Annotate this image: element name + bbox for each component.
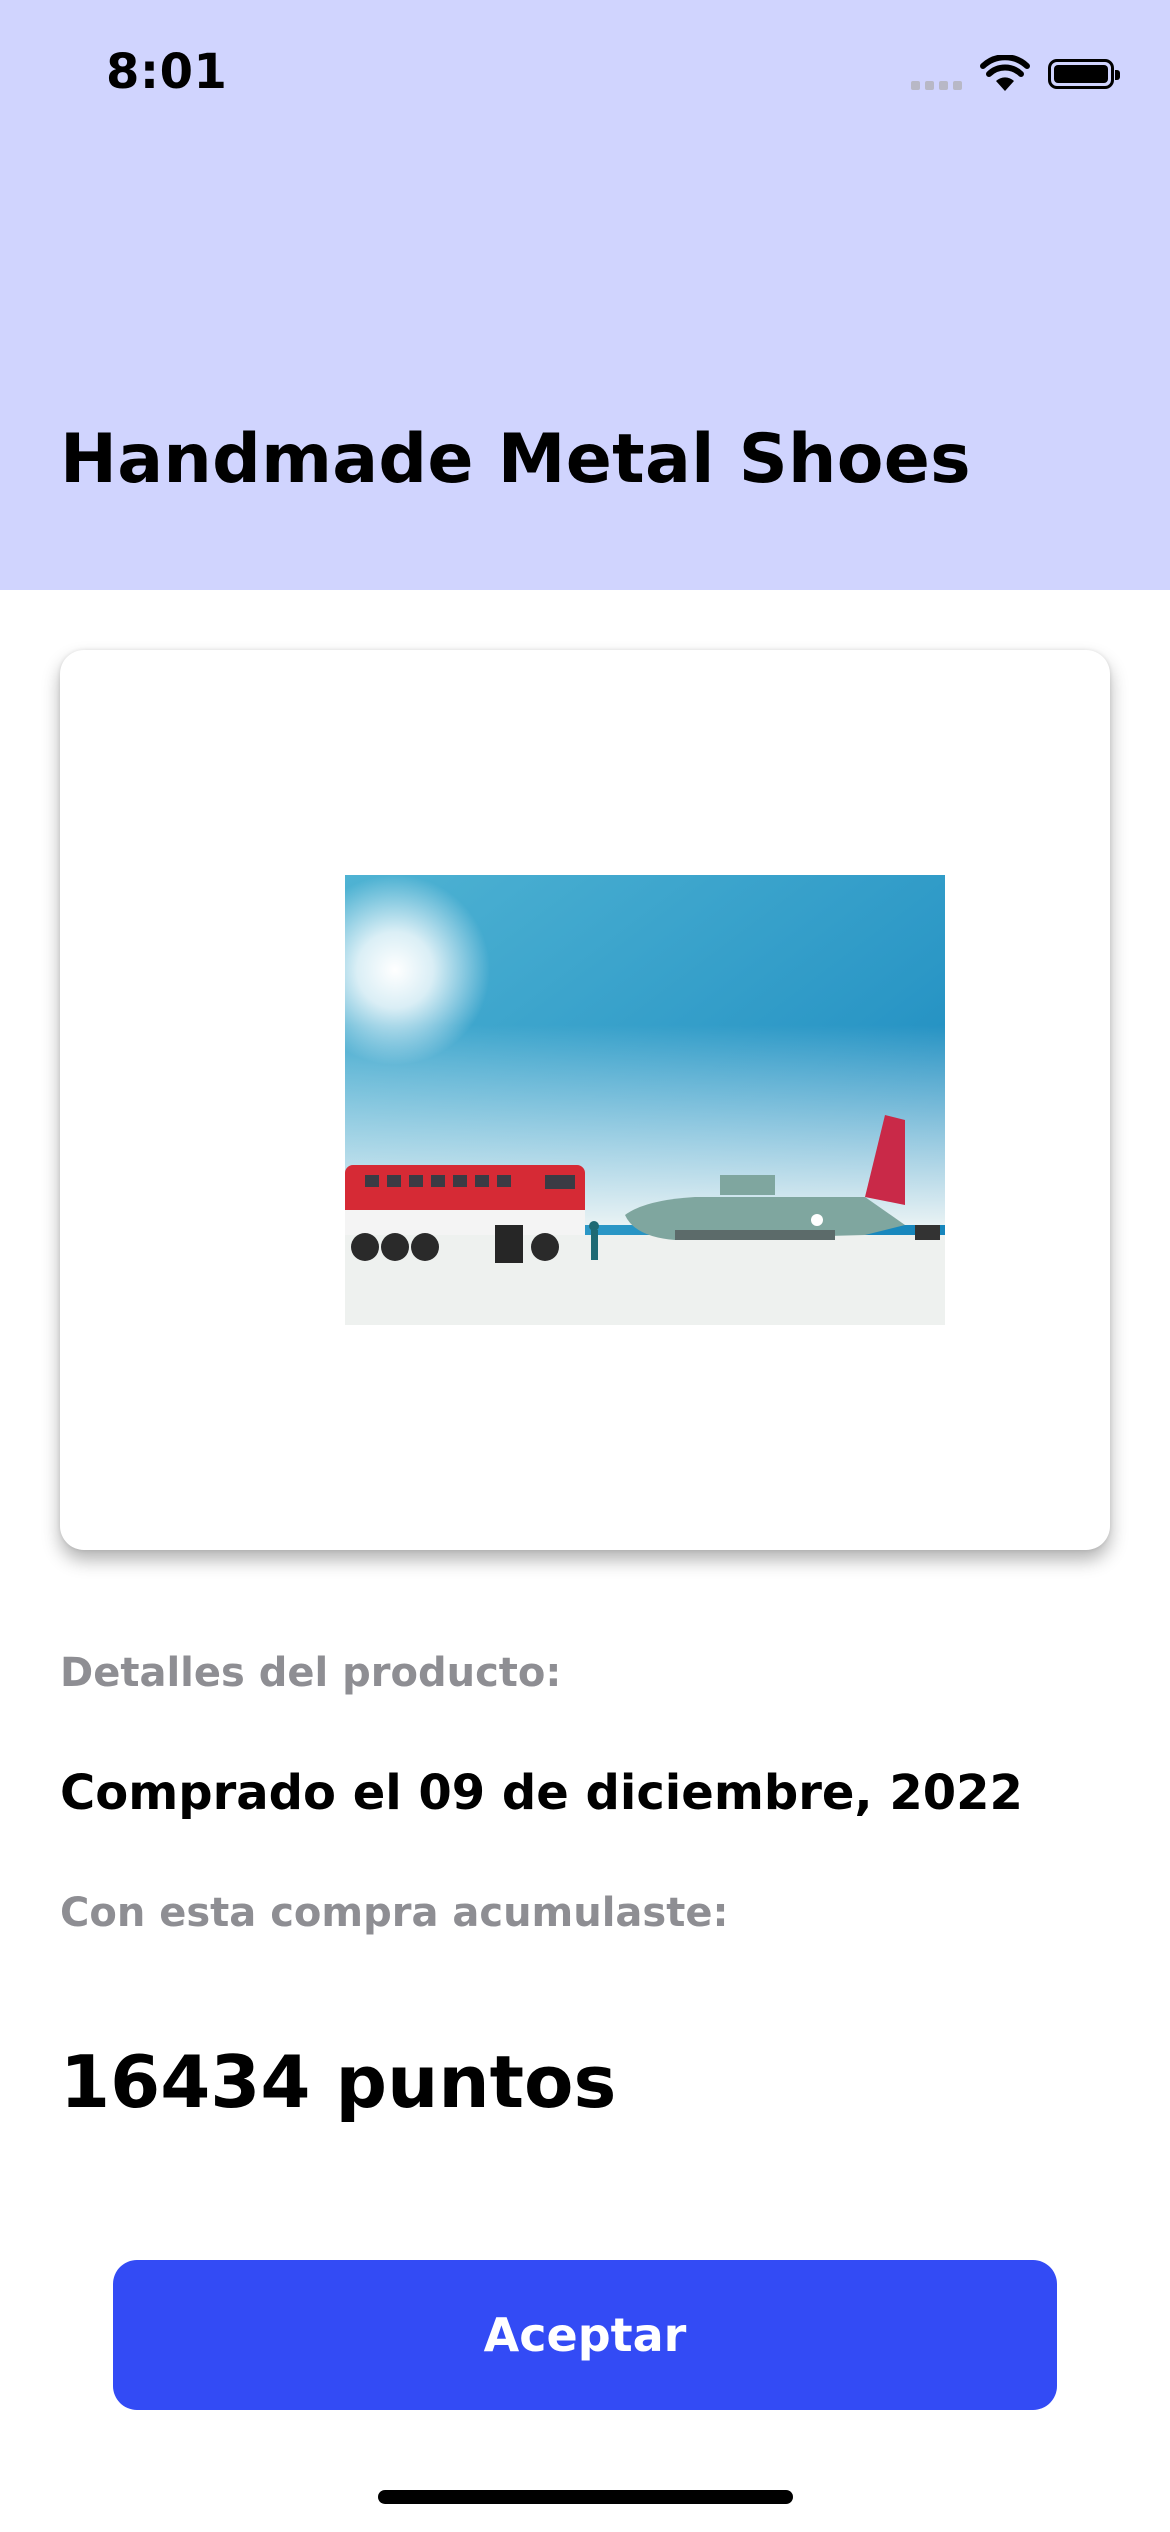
purchase-date: Comprado el 09 de diciembre, 2022 [60,1765,1023,1821]
points-value: 16434 puntos [60,2040,617,2124]
details-label: Detalles del producto: [60,1650,562,1696]
status-time: 8:01 [106,44,228,100]
product-image [345,875,945,1325]
home-indicator[interactable] [378,2490,793,2504]
wifi-icon [980,55,1030,91]
header: 8:01 Handmade Metal Shoes [0,0,1170,590]
page-title: Handmade Metal Shoes [60,420,971,499]
signal-icon [911,72,962,90]
accept-button[interactable]: Aceptar [113,2260,1057,2410]
product-card [60,650,1110,1550]
battery-icon [1048,59,1120,89]
points-label: Con esta compra acumulaste: [60,1890,729,1936]
status-icons [911,54,1120,94]
